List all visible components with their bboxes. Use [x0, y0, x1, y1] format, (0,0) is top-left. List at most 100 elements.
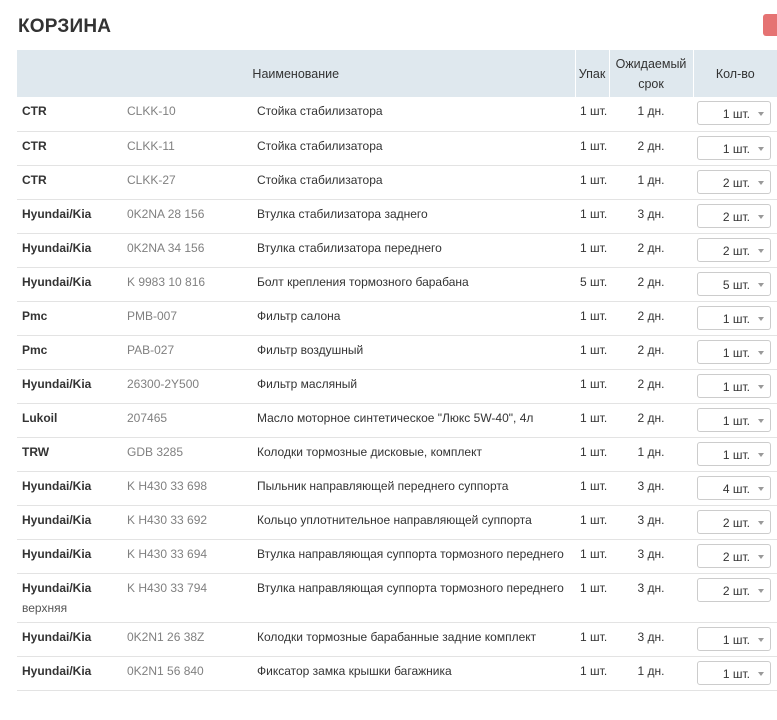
quantity-select[interactable]: 2 шт.: [697, 509, 772, 534]
cell-term: 1 дн.: [637, 663, 665, 678]
quantity-select[interactable]: 1 шт.: [697, 305, 772, 330]
cell-brand: Hyundai/Kia: [17, 233, 127, 267]
quantity-select[interactable]: 1 шт.: [697, 441, 772, 466]
cell-article: K 9983 10 816: [127, 274, 206, 289]
table-row: Hyundai/Kia K H430 33 692 Кольцо уплотните…: [17, 505, 777, 539]
cell-qty: 1 шт.: [693, 131, 777, 165]
table-row: Hyundai/Kia 0K2NA 28 156 Втулка стабилизат…: [17, 199, 777, 233]
quantity-value: 1 шт.: [722, 311, 751, 326]
cell-brand: Hyundai/Kia: [17, 622, 127, 656]
column-header-term-line2: срок: [638, 76, 664, 91]
cell-brand: TRW: [17, 437, 127, 471]
cell-article: 0K2N1 26 38Z: [127, 629, 205, 644]
quantity-select[interactable]: 1 шт.: [697, 407, 772, 432]
quantity-select[interactable]: 1 шт.: [697, 373, 772, 398]
brand-name: Hyundai/Kia: [22, 206, 92, 221]
cell-qty: 4 шт.: [693, 471, 777, 505]
cell-qty: 2 шт.: [693, 199, 777, 233]
cell-term: 1 дн.: [637, 104, 665, 118]
quantity-select[interactable]: 2 шт.: [697, 203, 772, 228]
cell-article: 207465: [127, 410, 168, 425]
cell-qty: 1 шт.: [693, 656, 777, 690]
quantity-select[interactable]: 2 шт.: [697, 577, 772, 602]
chevron-down-icon: [758, 112, 765, 116]
cell-brand: Hyundai/Kia: [17, 539, 127, 573]
cell-name: Втулка направляющая суппорта тормозного …: [257, 546, 564, 561]
table-row: Hyundai/Kia 0K2NA 34 156 Втулка стабилизат…: [17, 233, 777, 267]
table-row: CTR CLKK-11 Стойка стабилизатора 1 шт. 2 дн.…: [17, 131, 777, 165]
brand-name: Hyundai/Kia: [22, 546, 92, 561]
quantity-select[interactable]: 1 шт.: [697, 135, 772, 160]
cell-qty: 2 шт.: [693, 539, 777, 573]
cell-term: 3 дн.: [637, 478, 665, 493]
quantity-value: 1 шт.: [722, 141, 751, 156]
cell-qty: 1 шт.: [693, 97, 777, 131]
cell-brand: CTR: [17, 165, 127, 199]
chevron-down-icon: [758, 282, 765, 287]
quantity-select[interactable]: 4 шт.: [697, 475, 772, 500]
cell-term: 2 дн.: [637, 308, 665, 323]
brand-name: Hyundai/Kia: [22, 478, 92, 493]
cell-qty: 1 шт.: [693, 335, 777, 369]
quantity-value: 2 шт.: [722, 209, 751, 224]
quantity-select[interactable]: 2 шт.: [697, 543, 772, 568]
quantity-select[interactable]: 1 шт.: [697, 339, 772, 364]
cell-name: Втулка стабилизатора переднего: [257, 240, 442, 255]
cell-qty: 1 шт.: [693, 369, 777, 403]
table-row: Pmc PMB-007 Фильтр салона 1 шт. 2 дн. 1 шт.: [17, 301, 777, 335]
corner-action-button[interactable]: [763, 14, 777, 36]
cell-article: K H430 33 692: [127, 512, 208, 527]
cell-article: 0K2NA 28 156: [127, 206, 205, 221]
cell-name: Втулка стабилизатора заднего: [257, 206, 428, 221]
cell-article: K H430 33 794: [127, 580, 208, 595]
cell-qty: 1 шт.: [693, 622, 777, 656]
column-header-name: Наименование: [17, 50, 576, 97]
quantity-select[interactable]: 1 шт.: [697, 101, 772, 125]
cell-name: Стойка стабилизатора: [257, 138, 383, 153]
quantity-select[interactable]: 2 шт.: [697, 237, 772, 262]
cell-name: Фильтр воздушный: [257, 342, 364, 357]
brand-name: Hyundai/Kia: [22, 240, 92, 255]
cell-term: 2 дн.: [637, 138, 665, 153]
brand-name: TRW: [22, 444, 50, 459]
cell-brand: Hyundai/Kia верхняя: [17, 573, 127, 622]
cell-name: Стойка стабилизатора: [257, 172, 383, 187]
cell-brand: Hyundai/Kia: [17, 656, 127, 690]
quantity-value: 1 шт.: [722, 345, 751, 360]
quantity-select[interactable]: 2 шт.: [697, 169, 772, 194]
table-row: Hyundai/Kia верхняя K H430 33 794 Втулка на…: [17, 573, 777, 622]
brand-name: Hyundai/Kia: [22, 580, 92, 595]
chevron-down-icon: [758, 418, 765, 423]
column-header-pack: Упак: [574, 50, 610, 97]
chevron-down-icon: [758, 146, 765, 151]
cell-article: 26300-2Y500: [127, 376, 200, 391]
cell-article: GDB 3285: [127, 444, 184, 459]
brand-name: Pmc: [22, 342, 48, 357]
quantity-value: 1 шт.: [722, 107, 751, 121]
cell-qty: 2 шт.: [693, 505, 777, 539]
table-row: CTR CLKK-27 Стойка стабилизатора 1 шт. 1 дн.…: [17, 165, 777, 199]
cell-brand: Hyundai/Kia: [17, 267, 127, 301]
cell-article: PMB-007: [127, 308, 178, 323]
chevron-down-icon: [758, 452, 765, 457]
cell-term: 2 дн.: [637, 274, 665, 289]
cell-brand: Hyundai/Kia: [17, 369, 127, 403]
quantity-select[interactable]: 1 шт.: [697, 660, 772, 685]
cell-term: 2 дн.: [637, 410, 665, 425]
cell-pack: 5 шт.: [580, 274, 608, 289]
page-title: КОРЗИНА: [18, 16, 112, 37]
quantity-select[interactable]: 5 шт.: [697, 271, 772, 296]
cell-pack: 1 шт.: [580, 240, 608, 255]
quantity-select[interactable]: 1 шт.: [697, 626, 772, 651]
chevron-down-icon: [758, 486, 765, 491]
cell-name: Фильтр масляный: [257, 376, 358, 391]
cell-term: 1 дн.: [637, 172, 665, 187]
cell-brand: Lukoil: [17, 403, 127, 437]
brand-name: Hyundai/Kia: [22, 274, 92, 289]
cell-brand: Pmc: [17, 335, 127, 369]
brand-name: CTR: [22, 172, 47, 187]
quantity-value: 2 шт.: [722, 175, 751, 190]
chevron-down-icon: [758, 214, 765, 219]
cart-table-body: CTR CLKK-10 Стойка стабилизатора 1 шт. 1 дн.…: [17, 97, 777, 690]
cell-article: 0K2N1 56 840: [127, 663, 204, 678]
